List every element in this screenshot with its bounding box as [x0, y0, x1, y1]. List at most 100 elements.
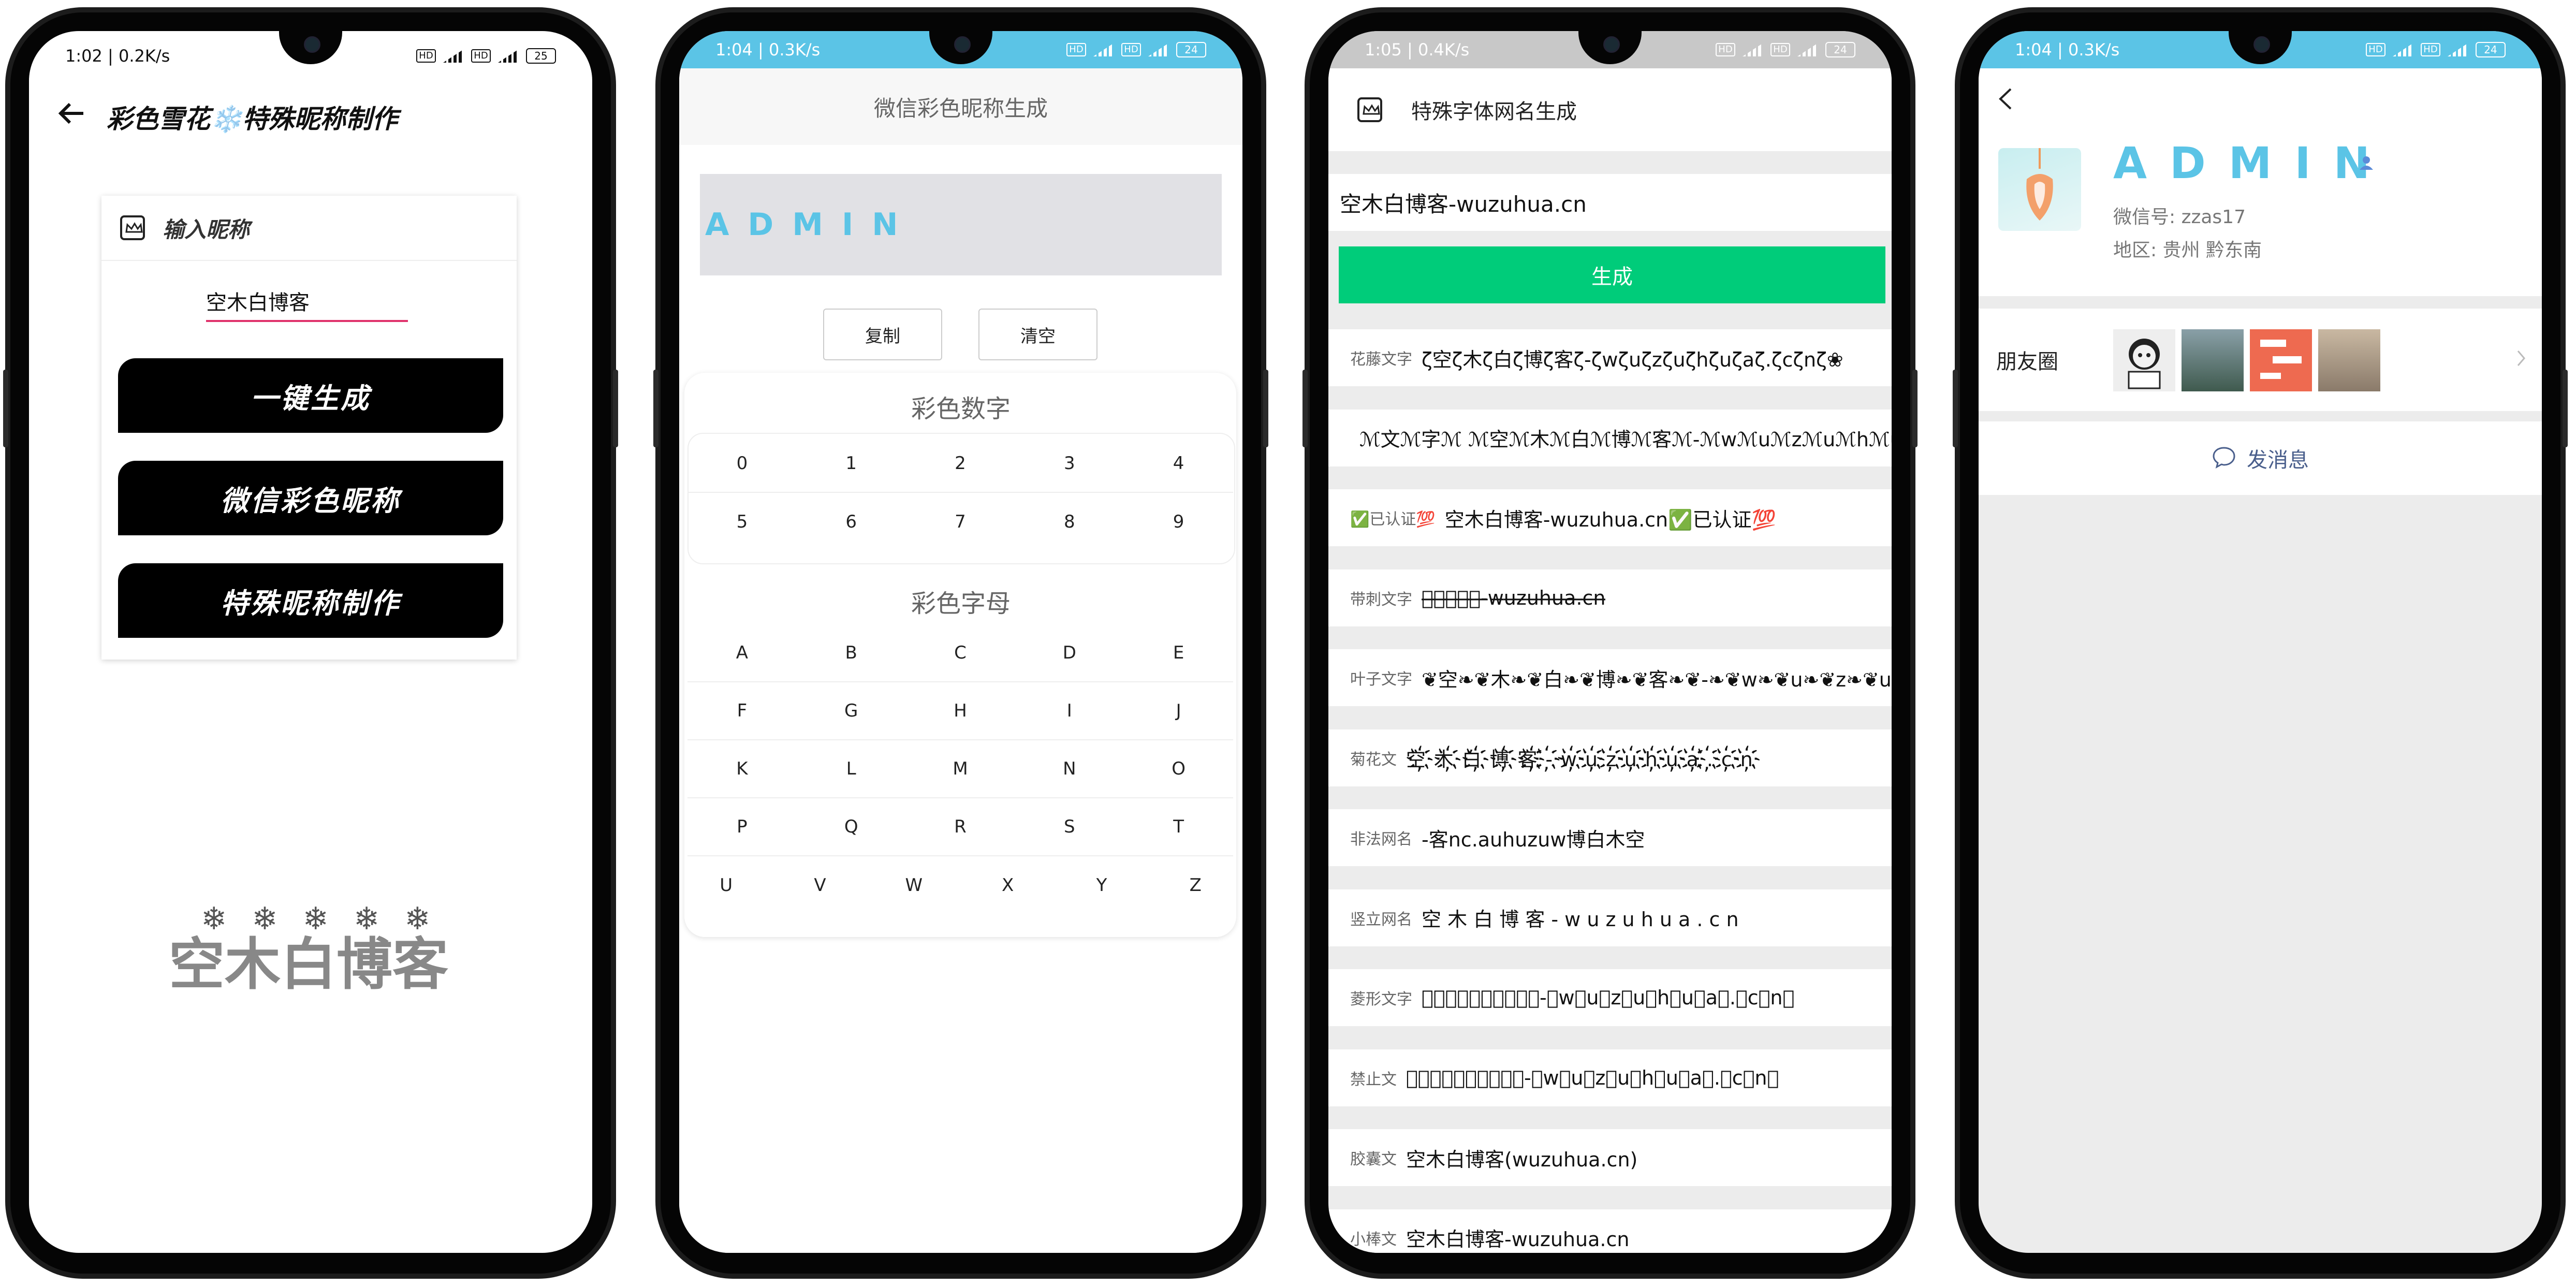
font-style-value: 空木白博客-wuzuhua.cn✅已认证💯: [1444, 508, 1776, 531]
letter-key[interactable]: H: [905, 682, 1015, 740]
digit-key[interactable]: 5: [687, 493, 797, 551]
letter-key[interactable]: A: [687, 624, 797, 682]
digit-key[interactable]: 1: [796, 435, 906, 493]
digit-key[interactable]: 2: [905, 435, 1015, 493]
letter-key[interactable]: D: [1015, 624, 1124, 682]
letter-key[interactable]: I: [1015, 682, 1124, 740]
nickname-preview[interactable]: ADMIN: [700, 174, 1222, 275]
font-result-row[interactable]: 叶子文字 ❦空❧❦木❧❦白❧❦博❧❦客❧❦-❧❦w❧❦u❧❦z❧❦u❧❦h❧❦u❧…: [1328, 649, 1892, 706]
font-result-row[interactable]: 小棒文 空木白博客-wuzuhua.cn: [1328, 1209, 1892, 1253]
letter-key[interactable]: Y: [1055, 856, 1148, 914]
battery-level: 25: [526, 48, 556, 64]
letter-key[interactable]: P: [687, 798, 797, 856]
digit-key[interactable]: 7: [906, 493, 1015, 551]
moments-label: 朋友圈: [1996, 350, 2058, 374]
letter-key[interactable]: B: [796, 624, 906, 682]
letter-key[interactable]: Q: [796, 798, 906, 856]
page-title: 彩色雪花❄️特殊昵称制作: [107, 104, 398, 134]
digit-key[interactable]: 3: [1015, 435, 1124, 493]
letter-key[interactable]: V: [773, 856, 867, 914]
letter-key[interactable]: J: [1124, 682, 1233, 740]
font-style-label: 非法网名: [1350, 830, 1412, 849]
letter-key[interactable]: T: [1124, 798, 1233, 856]
moment-thumbnail: [2318, 329, 2380, 391]
generate-button[interactable]: 一键生成: [118, 358, 503, 433]
moment-thumbnail: [2113, 329, 2175, 391]
nickname-input[interactable]: 空木白博客: [206, 286, 408, 322]
letter-key[interactable]: G: [796, 682, 906, 740]
letters-title: 彩色字母: [911, 589, 1011, 618]
app-header: 特殊字体网名生成: [1328, 68, 1892, 151]
font-result-row[interactable]: 非法网名 -客nc.auhuzuw博白木空: [1328, 809, 1892, 866]
clear-button[interactable]: 清空: [978, 309, 1097, 360]
digit-key[interactable]: 8: [1015, 493, 1124, 551]
letter-key[interactable]: R: [905, 798, 1015, 856]
card-header-label: 输入昵称: [163, 216, 250, 242]
letters-grid-last-row: UVWXYZ: [679, 856, 1242, 914]
font-style-value: 空̶木̶白̶博̶客̶-̶w̶u̶z̶u̶h̶u̶a̶.̶c̶n̶: [1422, 586, 1606, 609]
special-nickname-button[interactable]: 特殊昵称制作: [118, 563, 503, 638]
moments-row[interactable]: 朋友圈: [1979, 309, 2542, 411]
status-time: 1:04 | 0.3K/s: [715, 40, 821, 60]
moments-thumbnails: [2113, 329, 2382, 391]
letter-key[interactable]: W: [867, 856, 961, 914]
font-result-row[interactable]: 菱形文字 空⃟木⃟白⃟博⃟客⃟-⃟w⃟u⃟z⃟u⃟h⃟u⃟a⃟.⃟c⃟n⃟: [1328, 969, 1892, 1026]
letter-key[interactable]: S: [1015, 798, 1124, 856]
font-result-row[interactable]: 菊花文 空҉木҉白҉博҉客҉-҉w҉u҉z҉u҉h҉u҉a҉.҉c҉n҉: [1328, 729, 1892, 786]
letter-key[interactable]: F: [687, 682, 797, 740]
send-message-button[interactable]: 发消息: [1979, 421, 2542, 495]
letter-key[interactable]: K: [687, 740, 797, 798]
copy-button[interactable]: 复制: [823, 309, 942, 360]
wechat-color-nickname-button[interactable]: 微信彩色昵称: [118, 461, 503, 535]
digit-key[interactable]: 4: [1124, 435, 1233, 493]
moment-thumbnail: [2250, 329, 2312, 391]
letter-key[interactable]: O: [1124, 740, 1233, 798]
letter-key[interactable]: L: [796, 740, 906, 798]
crown-icon: [1357, 97, 1382, 122]
phone-4: 1:04 | 0.3K/s HD HD 24 ADMIN 微信号: zzas17 地…: [1953, 7, 2568, 1279]
digit-key[interactable]: 0: [687, 435, 797, 493]
send-message-label: 发消息: [2247, 448, 2309, 472]
generate-button[interactable]: 生成: [1339, 246, 1885, 303]
avatar[interactable]: [1998, 148, 2081, 231]
digits-title: 彩色数字: [911, 394, 1011, 423]
font-result-row[interactable]: 胶囊文 空木白博客(wuzuhua.cn): [1328, 1129, 1892, 1186]
font-result-row[interactable]: ✅已认证💯 空木白博客-wuzuhua.cn✅已认证💯: [1328, 489, 1892, 546]
font-result-row[interactable]: 禁止文 空⃠木⃠白⃠博⃠客⃠-⃠w⃠u⃠z⃠u⃠h⃠u⃠a⃠.⃠c⃠n⃠: [1328, 1049, 1892, 1106]
letter-key[interactable]: U: [679, 856, 773, 914]
font-result-row[interactable]: 花藤文字 ζ空ζ木ζ白ζ博ζ客ζ-ζwζuζzζuζhζuζaζ.ζcζnζ❀: [1328, 329, 1892, 386]
letter-key[interactable]: M: [905, 740, 1015, 798]
digit-key[interactable]: 6: [797, 493, 906, 551]
source-text-input[interactable]: 空木白博客-wuzuhua.cn: [1328, 174, 1892, 231]
phone-1: 1:02 | 0.2K/s HD HD 25 彩色雪花❄️特殊昵称制作 输入昵称 空…: [3, 7, 618, 1279]
font-result-row[interactable]: 带刺文字 空̶木̶白̶博̶客̶-̶w̶u̶z̶u̶h̶u̶a̶.̶c̶n̶: [1328, 569, 1892, 626]
font-style-value: 空木白博客-wuzuhua.cn: [1406, 1228, 1630, 1251]
font-result-row[interactable]: ℳ文ℳ字ℳ ℳ空ℳ木ℳ白ℳ博ℳ客ℳ-ℳwℳuℳzℳuℳhℳuℳaℳ.ℳcℳn: [1328, 409, 1892, 466]
font-style-label: 小棒文: [1350, 1230, 1397, 1249]
status-time: 1:02 | 0.2K/s: [65, 46, 170, 66]
letter-key[interactable]: X: [961, 856, 1055, 914]
digit-key[interactable]: 9: [1124, 493, 1233, 551]
font-style-value: ℳ文ℳ字ℳ ℳ空ℳ木ℳ白ℳ博ℳ客ℳ-ℳwℳuℳzℳuℳhℳuℳaℳ.ℳcℳn: [1359, 428, 1892, 451]
chat-bubble-icon: [2212, 446, 2236, 471]
battery-level: 24: [1176, 42, 1206, 57]
font-style-value: 空⃠木⃠白⃠博⃠客⃠-⃠w⃠u⃠z⃠u⃠h⃠u⃠a⃠.⃠c⃠n⃠: [1406, 1066, 1779, 1089]
snowflake-text: 空木白博客: [169, 932, 449, 997]
back-chevron-icon[interactable]: [1995, 86, 2021, 112]
letter-key[interactable]: Z: [1149, 856, 1242, 914]
status-time: 1:05 | 0.4K/s: [1365, 40, 1470, 60]
font-style-label: 竖立网名: [1350, 910, 1412, 929]
phone-2: 1:04 | 0.3K/s HD HD 24 微信彩色昵称生成 ADMIN 复制 清…: [653, 7, 1268, 1279]
screen-snowflake-nickname: 1:02 | 0.2K/s HD HD 25 彩色雪花❄️特殊昵称制作 输入昵称 空…: [29, 31, 592, 1253]
font-result-list: 花藤文字 ζ空ζ木ζ白ζ博ζ客ζ-ζwζuζzζuζhζuζaζ.ζcζnζ❀ ℳ文…: [1328, 329, 1892, 1253]
screen-wechat-color-nickname: 1:04 | 0.3K/s HD HD 24 微信彩色昵称生成 ADMIN 复制 清…: [679, 31, 1242, 1253]
letter-key[interactable]: N: [1015, 740, 1124, 798]
font-result-row[interactable]: 竖立网名空 木 白 博 客 - w u z u h u a . c n: [1328, 889, 1892, 946]
person-icon: [2359, 155, 2374, 173]
back-arrow-icon[interactable]: [53, 95, 89, 131]
letter-key[interactable]: E: [1124, 624, 1233, 682]
battery-level: 24: [2476, 42, 2506, 57]
letter-key[interactable]: C: [905, 624, 1015, 682]
card-header: 输入昵称: [101, 196, 517, 261]
profile-name: ADMIN: [2113, 138, 2393, 188]
